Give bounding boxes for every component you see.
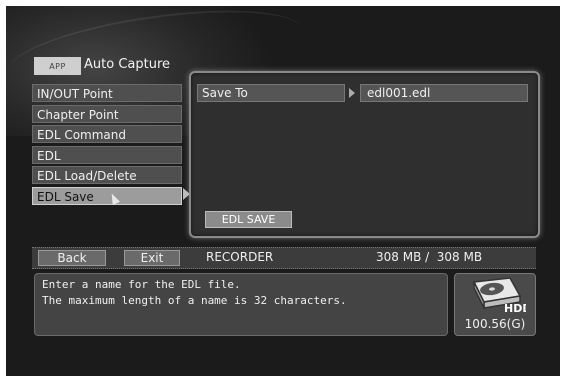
side-menu: IN/OUT Point Chapter Point EDL Command E… — [32, 84, 182, 207]
menu-item-chapter-point[interactable]: Chapter Point — [32, 104, 182, 123]
menu-item-edl-save[interactable]: EDL Save — [32, 186, 182, 205]
hdd-icon: HDD — [472, 277, 526, 315]
app-tag: APP — [34, 57, 81, 75]
capacity-readout: 308 MB / 308 MB — [376, 250, 483, 264]
help-line-1: Enter a name for the EDL file. — [42, 278, 241, 291]
exit-button[interactable]: Exit — [124, 250, 180, 266]
hdd-label: HDD — [504, 302, 526, 315]
help-line-2: The maximum length of a name is 32 chara… — [42, 294, 347, 307]
menu-item-edl-load-delete[interactable]: EDL Load/Delete — [32, 166, 182, 184]
save-to-label: Save To — [197, 84, 345, 102]
app-title: Auto Capture — [84, 57, 171, 72]
menu-item-edl[interactable]: EDL — [32, 145, 182, 164]
hdd-capacity: 100.56(G) — [464, 317, 526, 331]
menu-item-in-out-point[interactable]: IN/OUT Point — [32, 84, 182, 102]
menu-item-edl-command[interactable]: EDL Command — [32, 125, 182, 143]
filename-field[interactable]: edl001.edl — [360, 84, 528, 102]
device-label: RECORDER — [206, 250, 274, 264]
arrow-right-icon — [349, 88, 355, 98]
back-button[interactable]: Back — [38, 250, 106, 266]
help-message: Enter a name for the EDL file. The maxim… — [34, 273, 448, 336]
edl-save-button[interactable]: EDL SAVE — [205, 211, 292, 228]
